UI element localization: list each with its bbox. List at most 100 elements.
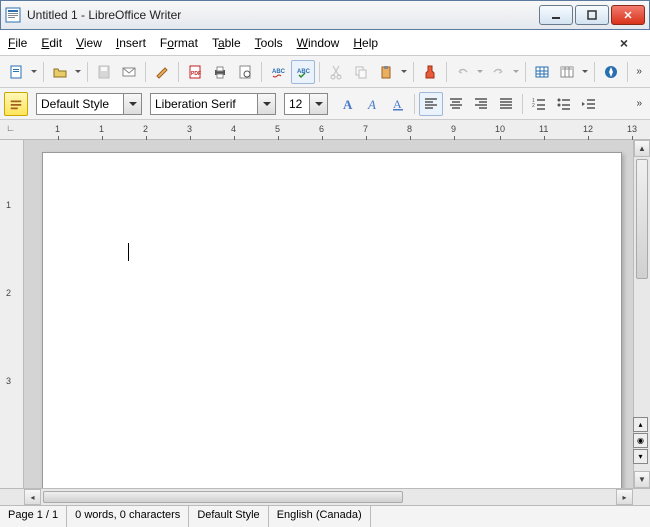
format-paintbrush-button[interactable] [418, 60, 442, 84]
font-name-dropdown[interactable] [257, 94, 275, 114]
cut-button[interactable] [324, 60, 348, 84]
document-area[interactable] [24, 140, 633, 488]
font-name-input[interactable] [151, 97, 257, 111]
italic-button[interactable]: A [361, 92, 385, 116]
list-bulleted-button[interactable] [552, 92, 576, 116]
insert-table-button[interactable] [530, 60, 554, 84]
menu-insert[interactable]: Insert [116, 36, 146, 50]
spell-check-button[interactable]: ABC [291, 60, 315, 84]
window-close-button[interactable] [611, 5, 645, 25]
hscroll-thumb[interactable] [43, 491, 403, 503]
redo-dropdown[interactable] [511, 60, 521, 84]
ruler-tick: 4 [231, 124, 236, 134]
status-style[interactable]: Default Style [189, 506, 268, 527]
status-page[interactable]: Page 1 / 1 [0, 506, 67, 527]
styles-button[interactable] [4, 92, 28, 116]
vertical-ruler[interactable]: 123 [0, 140, 24, 488]
ruler-tick: 7 [363, 124, 368, 134]
ruler-tick: 3 [187, 124, 192, 134]
formatting-toolbar: A A A 12 » [0, 88, 650, 120]
spell-auto-button[interactable]: ABC [266, 60, 290, 84]
status-language[interactable]: English (Canada) [269, 506, 371, 527]
ruler-tick: 5 [275, 124, 280, 134]
open-doc-dropdown[interactable] [73, 60, 83, 84]
font-size-combo[interactable] [284, 93, 328, 115]
email-doc-button[interactable] [117, 60, 141, 84]
horizontal-scrollbar[interactable]: ◂ ▸ [24, 488, 633, 505]
ruler-tick: 9 [451, 124, 456, 134]
nav-next-icon[interactable]: ▾ [633, 449, 648, 464]
underline-button[interactable]: A [386, 92, 410, 116]
navigator-button[interactable] [599, 60, 623, 84]
scroll-up-button[interactable]: ▲ [634, 140, 650, 157]
menu-table[interactable]: Table [212, 36, 241, 50]
align-justify-button[interactable] [494, 92, 518, 116]
horizontal-ruler[interactable]: ∟ 112345678910111213 [0, 120, 650, 140]
status-word-count[interactable]: 0 words, 0 characters [67, 506, 189, 527]
menu-tools[interactable]: Tools [255, 36, 283, 50]
export-pdf-button[interactable]: PDF [183, 60, 207, 84]
svg-text:A: A [367, 97, 376, 112]
svg-text:A: A [393, 97, 402, 111]
font-size-dropdown[interactable] [309, 94, 327, 114]
font-size-input[interactable] [285, 97, 309, 111]
text-cursor [128, 243, 129, 261]
ruler-tick: 10 [495, 124, 505, 134]
window-maximize-button[interactable] [575, 5, 609, 25]
list-numbered-button[interactable]: 12 [527, 92, 551, 116]
copy-button[interactable] [349, 60, 373, 84]
bold-button[interactable]: A [336, 92, 360, 116]
font-name-combo[interactable] [150, 93, 276, 115]
paragraph-style-dropdown[interactable] [123, 94, 141, 114]
window-title: Untitled 1 - LibreOffice Writer [27, 8, 539, 22]
paragraph-style-input[interactable] [37, 97, 123, 111]
ruler-tick: 8 [407, 124, 412, 134]
new-doc-dropdown[interactable] [29, 60, 39, 84]
ruler-corner-icon: ∟ [6, 123, 15, 133]
align-center-button[interactable] [444, 92, 468, 116]
menu-window[interactable]: Window [297, 36, 340, 50]
vruler-tick: 2 [6, 288, 11, 298]
statusbar: Page 1 / 1 0 words, 0 characters Default… [0, 505, 650, 527]
ruler-tick: 11 [539, 124, 548, 134]
vruler-tick: 1 [6, 200, 11, 210]
ruler-tick: 1 [99, 124, 104, 134]
undo-button[interactable] [451, 60, 475, 84]
nav-select-icon[interactable]: ◉ [633, 433, 648, 448]
scroll-left-button[interactable]: ◂ [24, 489, 41, 505]
print-preview-button[interactable] [233, 60, 257, 84]
menu-edit[interactable]: Edit [41, 36, 62, 50]
formatting-overflow-button[interactable]: » [632, 98, 646, 109]
ruler-tick: 13 [627, 124, 637, 134]
align-right-button[interactable] [469, 92, 493, 116]
paste-button[interactable] [374, 60, 398, 84]
align-left-button[interactable] [419, 92, 443, 116]
toolbar-overflow-button[interactable]: » [632, 66, 646, 77]
svg-text:PDF: PDF [191, 71, 201, 77]
print-button[interactable] [208, 60, 232, 84]
decrease-indent-button[interactable] [577, 92, 601, 116]
paragraph-style-combo[interactable] [36, 93, 142, 115]
paste-dropdown[interactable] [399, 60, 409, 84]
data-sources-button[interactable] [555, 60, 579, 84]
document-page[interactable] [42, 152, 622, 488]
vscroll-thumb[interactable] [636, 159, 648, 279]
document-close-button[interactable]: × [620, 35, 628, 51]
scroll-right-button[interactable]: ▸ [616, 489, 633, 505]
scroll-down-button[interactable]: ▼ [634, 471, 650, 488]
undo-dropdown[interactable] [475, 60, 485, 84]
data-sources-dropdown[interactable] [580, 60, 590, 84]
nav-prev-icon[interactable]: ▴ [633, 417, 648, 432]
edit-doc-button[interactable] [150, 60, 174, 84]
ruler-tick: 6 [319, 124, 324, 134]
redo-button[interactable] [486, 60, 510, 84]
open-doc-button[interactable] [48, 60, 72, 84]
svg-text:A: A [343, 97, 353, 112]
menu-file[interactable]: File [8, 36, 27, 50]
new-doc-button[interactable] [4, 60, 28, 84]
window-minimize-button[interactable] [539, 5, 573, 25]
menu-view[interactable]: View [76, 36, 102, 50]
save-doc-button[interactable] [92, 60, 116, 84]
menu-format[interactable]: Format [160, 36, 198, 50]
menu-help[interactable]: Help [353, 36, 378, 50]
